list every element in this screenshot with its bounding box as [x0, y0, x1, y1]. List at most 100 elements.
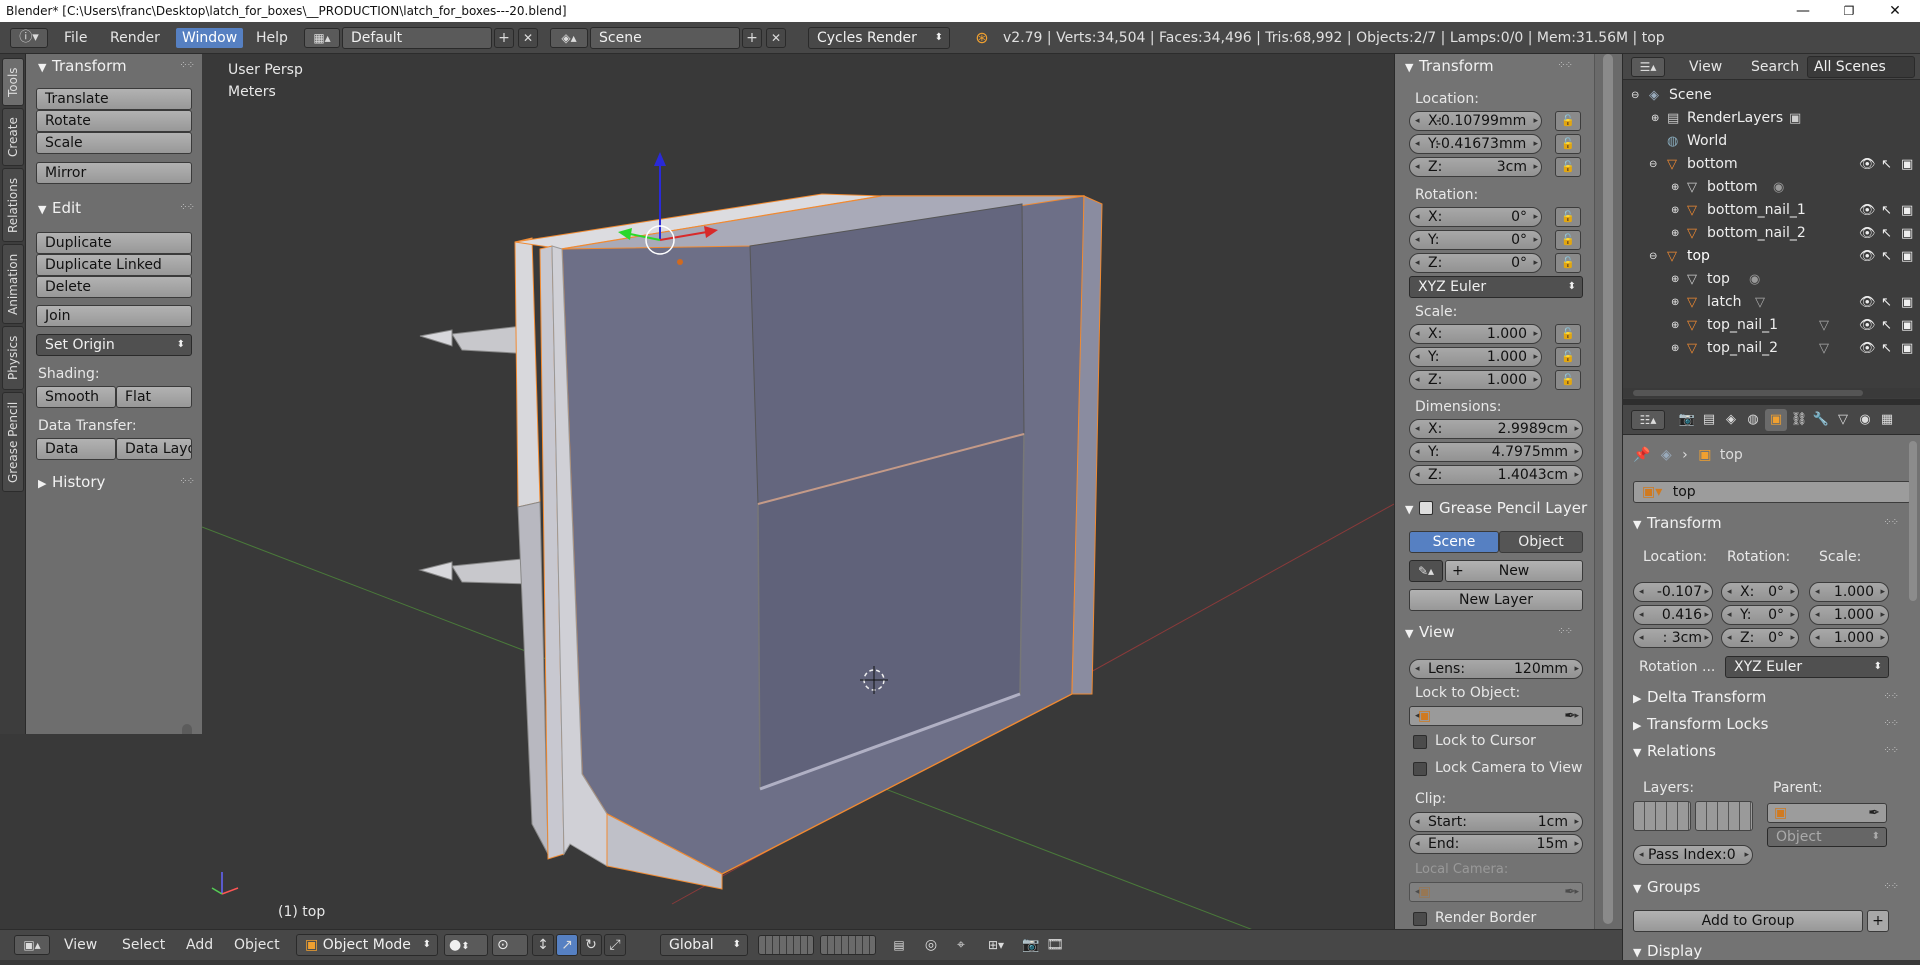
world-tab-icon[interactable]: ◍	[1743, 410, 1763, 430]
pin-icon[interactable]: 📌	[1633, 447, 1650, 463]
visibility-eye-icon[interactable]: 👁	[1859, 222, 1876, 245]
tab-physics[interactable]: Physics	[2, 326, 24, 390]
render-camera-icon[interactable]: ▣	[1901, 291, 1913, 314]
outliner-row-top[interactable]: ⊖ ▽ top 👁 ↖ ▣	[1623, 245, 1920, 268]
expand-icon[interactable]: ⊕	[1671, 291, 1679, 314]
opengl-render-icon[interactable]: 📷	[1020, 935, 1042, 955]
layer-buttons-b[interactable]	[820, 935, 876, 955]
pencil-icon[interactable]: ✎▴	[1409, 560, 1443, 582]
select-cursor-icon[interactable]: ↖	[1881, 314, 1892, 337]
object-rotation-x[interactable]: X: 0°	[1721, 582, 1799, 602]
render-camera-icon[interactable]: ▣	[1901, 245, 1913, 268]
object-rotation-mode-dropdown[interactable]: XYZ Euler ⬍	[1725, 656, 1889, 678]
outliner-row-bottom-mesh[interactable]: ⊕ ▽ bottom ◉	[1623, 176, 1920, 199]
render-camera-icon[interactable]: ▣	[1901, 153, 1913, 176]
grip-icon[interactable]: ⁘⁘	[1883, 685, 1899, 709]
outliner-row-bottom-nail-2[interactable]: ⊕ ▽ bottom_nail_2 👁 ↖ ▣	[1623, 222, 1920, 245]
visibility-eye-icon[interactable]: 👁	[1859, 245, 1876, 268]
dimension-x-field[interactable]: X: 2.9989cm	[1409, 419, 1583, 439]
scale-x-field[interactable]: X: 1.000	[1409, 324, 1542, 344]
render-camera-icon[interactable]: ▣	[1901, 314, 1913, 337]
lock-icon[interactable]: 🔓	[1555, 230, 1581, 250]
scene-field[interactable]: Scene	[590, 27, 740, 49]
grip-icon[interactable]: ⁘⁘	[1883, 712, 1899, 736]
rotation-x-field[interactable]: X: 0°	[1409, 207, 1542, 227]
properties-scrollbar[interactable]	[1909, 441, 1917, 601]
layout-grid-icon[interactable]: ▦▴	[304, 28, 340, 48]
data-transfer-button[interactable]: Data	[36, 438, 116, 460]
menu-select[interactable]: Select	[116, 935, 171, 955]
proportional-edit-icon[interactable]: ◎	[920, 935, 942, 955]
add-to-group-button[interactable]: Add to Group	[1633, 910, 1863, 932]
relations-header[interactable]: ▼ Relations ⁘⁘	[1623, 739, 1920, 763]
visibility-eye-icon[interactable]: 👁	[1859, 153, 1876, 176]
maximize-button[interactable]: ❐	[1826, 0, 1872, 22]
view3d-editor-icon[interactable]: ▣▴	[14, 935, 50, 955]
menu-help[interactable]: Help	[250, 28, 294, 48]
lock-camera-checkbox[interactable]	[1413, 762, 1427, 776]
rotate-manipulator-icon[interactable]: ↻	[580, 934, 602, 956]
grip-icon[interactable]: ⁘⁘	[1883, 739, 1899, 763]
tab-relations[interactable]: Relations	[2, 168, 24, 242]
render-camera-icon[interactable]: ▣	[1901, 199, 1913, 222]
object-rotation-z[interactable]: Z: 0°	[1721, 628, 1799, 648]
data-tab-icon[interactable]: ▽	[1833, 410, 1853, 430]
gp-new-layer-button[interactable]: New Layer	[1409, 589, 1583, 611]
location-y-field[interactable]: Y:-0.41673mm	[1409, 134, 1542, 154]
grip-icon[interactable]: ⁘⁘	[179, 196, 195, 220]
grip-icon[interactable]: ⁘⁘	[1883, 511, 1899, 535]
scale-y-field[interactable]: Y: 1.000	[1409, 347, 1542, 367]
grip-icon[interactable]: ⁘⁘	[179, 54, 195, 78]
view-panel-header[interactable]: ▼ View ⁘⁘	[1395, 620, 1594, 644]
gp-new-button[interactable]: + New	[1445, 560, 1583, 582]
outliner-row-top-nail-1[interactable]: ⊕ ▽ top_nail_1 ▽ 👁 ↖ ▣	[1623, 314, 1920, 337]
grip-icon[interactable]: ⁘⁘	[1883, 875, 1899, 899]
properties-editor-icon[interactable]: ☷▴	[1631, 410, 1665, 430]
object-location-x[interactable]: -0.107	[1633, 582, 1713, 602]
rotation-z-field[interactable]: Z: 0°	[1409, 253, 1542, 273]
tab-grease-pencil[interactable]: Grease Pencil	[2, 392, 24, 492]
outliner-row-world[interactable]: ◍ World	[1623, 130, 1920, 153]
set-origin-dropdown[interactable]: Set Origin ⬍	[36, 334, 192, 356]
translate-button[interactable]: Translate	[36, 88, 192, 110]
outliner-row-bottom[interactable]: ⊖ ▽ bottom 👁 ↖ ▣	[1623, 153, 1920, 176]
scale-manipulator-icon[interactable]: ⤢	[604, 934, 626, 956]
menu-window[interactable]: Window	[176, 28, 244, 48]
layer-buttons-a[interactable]	[758, 935, 814, 955]
3d-viewport[interactable]: User Persp Meters (1) top	[202, 54, 1394, 929]
lens-field[interactable]: Lens: 120mm	[1409, 659, 1583, 679]
expand-icon[interactable]: ⊕	[1671, 176, 1679, 199]
location-x-field[interactable]: X:-0.10799mm	[1409, 111, 1542, 131]
scene-tab-icon[interactable]: ◈	[1721, 410, 1741, 430]
scene-icon[interactable]: ◈▴	[550, 28, 588, 48]
transform-locks-header[interactable]: ▶ Transform Locks ⁘⁘	[1623, 712, 1920, 736]
dimension-z-field[interactable]: Z: 1.4043cm	[1409, 465, 1583, 485]
scale-z-field[interactable]: Z: 1.000	[1409, 370, 1542, 390]
viewport-shading-dropdown[interactable]: ●⬍	[444, 934, 488, 956]
object-location-z[interactable]: : 3cm	[1633, 628, 1713, 648]
collapse-icon[interactable]: ⊖	[1649, 153, 1657, 176]
outliner-search-menu[interactable]: Search	[1745, 57, 1805, 77]
render-camera-icon[interactable]: ▣	[1901, 337, 1913, 360]
delete-button[interactable]: Delete	[36, 276, 192, 298]
outliner-row-top-mesh[interactable]: ⊕ ▽ top ◉	[1623, 268, 1920, 291]
duplicate-linked-button[interactable]: Duplicate Linked	[36, 254, 192, 276]
lock-icon[interactable]: 🔓	[1555, 157, 1581, 177]
object-scale-y[interactable]: 1.000	[1809, 605, 1889, 625]
object-name-field[interactable]: ▣▾ top	[1633, 481, 1911, 503]
eyedropper-icon[interactable]: ✒	[1868, 804, 1880, 822]
translate-manipulator-icon[interactable]: ↗	[556, 934, 578, 956]
modifiers-tab-icon[interactable]: 🔧	[1811, 410, 1831, 430]
select-cursor-icon[interactable]: ↖	[1881, 199, 1892, 222]
viewport-scene[interactable]	[202, 54, 1394, 929]
edit-panel-header[interactable]: ▼ Edit ⁘⁘	[26, 196, 202, 220]
outliner-hscrollbar[interactable]	[1633, 390, 1863, 396]
outliner-row-latch[interactable]: ⊕ ▽ latch ▽ 👁 ↖ ▣	[1623, 291, 1920, 314]
material-tab-icon[interactable]: ◉	[1855, 410, 1875, 430]
render-camera-icon[interactable]: ▣	[1901, 222, 1913, 245]
expand-icon[interactable]: ⊕	[1671, 199, 1679, 222]
render-border-checkbox[interactable]	[1413, 912, 1427, 926]
select-cursor-icon[interactable]: ↖	[1881, 153, 1892, 176]
rotation-mode-dropdown[interactable]: XYZ Euler ⬍	[1409, 276, 1583, 298]
outliner-row-bottom-nail-1[interactable]: ⊕ ▽ bottom_nail_1 👁 ↖ ▣	[1623, 199, 1920, 222]
